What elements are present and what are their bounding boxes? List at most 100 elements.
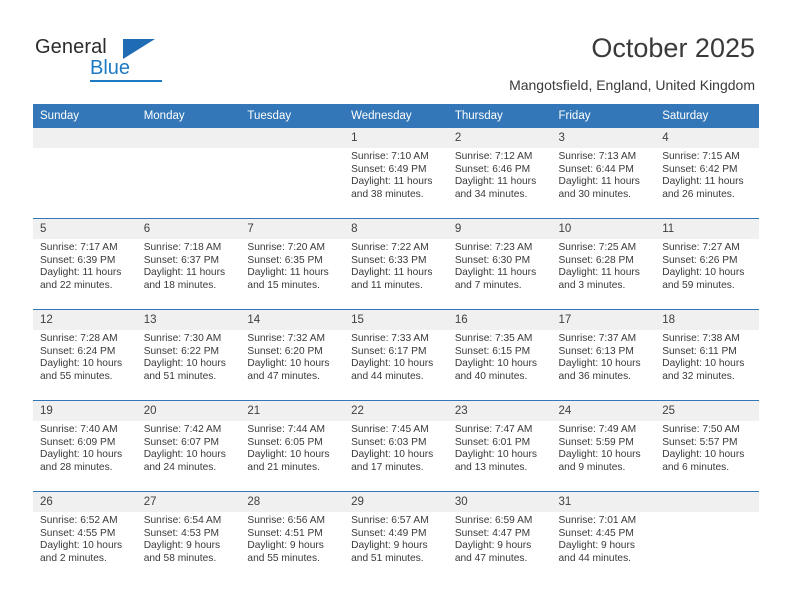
page-header: General Blue October 2025 Mangotsfield, … [0,0,792,100]
daylight-text: Daylight: 10 hours and 24 minutes. [143,449,226,473]
daylight-text: Daylight: 10 hours and 21 minutes. [247,449,330,473]
calendar-day-cell[interactable]: 27 Sunrise: 6:54 AM Sunset: 4:53 PM Dayligh… [136,491,241,582]
calendar-day-cell[interactable]: 3 Sunrise: 7:13 AM Sunset: 6:44 PM Daylight… [551,128,656,219]
calendar-day-cell[interactable]: 18 Sunrise: 7:38 AM Sunset: 6:11 PM Dayligh… [655,309,759,401]
day-details: Sunrise: 7:40 AM Sunset: 6:09 PM Daylight:… [33,421,137,474]
calendar-day-cell[interactable]: 30 Sunrise: 6:59 AM Sunset: 4:47 PM Dayligh… [447,491,552,582]
daylight-text: Daylight: 10 hours and 32 minutes. [662,358,745,382]
logo-underline [90,80,162,82]
sunrise-text: Sunrise: 6:59 AM [454,515,533,526]
day-details: Sunrise: 7:12 AM Sunset: 6:46 PM Daylight:… [448,148,552,201]
calendar-day-cell[interactable]: 13 Sunrise: 7:30 AM Sunset: 6:22 PM Dayligh… [136,309,241,401]
weekday-header-monday: Monday [136,104,241,128]
calendar-day-cell[interactable]: 7 Sunrise: 7:20 AM Sunset: 6:35 PM Daylight… [240,218,345,310]
sunrise-text: Sunrise: 7:40 AM [40,424,118,435]
sunrise-text: Sunrise: 7:27 AM [662,242,740,253]
sunset-text: Sunset: 5:57 PM [662,436,738,448]
day-number: 3 [551,128,656,148]
day-details: Sunrise: 7:42 AM Sunset: 6:07 PM Daylight:… [137,421,241,474]
page-title: October 2025 [591,33,755,63]
logo-triangle-icon [123,39,155,59]
day-details: Sunrise: 6:57 AM Sunset: 4:49 PM Daylight:… [344,512,448,565]
sunset-text: Sunset: 6:37 PM [143,254,220,266]
general-blue-logo[interactable]: General Blue [35,36,215,86]
sunset-text: Sunset: 6:05 PM [247,436,323,448]
day-details: Sunrise: 7:20 AM Sunset: 6:35 PM Daylight:… [240,239,344,292]
calendar-day-cell[interactable]: 14 Sunrise: 7:32 AM Sunset: 6:20 PM Dayligh… [240,309,345,401]
calendar-day-cell[interactable]: 4 Sunrise: 7:15 AM Sunset: 6:42 PM Daylight… [655,128,759,219]
calendar-day-cell[interactable]: 1 Sunrise: 7:10 AM Sunset: 6:49 PM Daylight… [344,128,448,219]
day-number: 30 [447,492,552,512]
day-number [240,128,345,148]
day-number: 1 [344,128,448,148]
daylight-text: Daylight: 10 hours and 51 minutes. [143,358,226,382]
calendar-day-cell[interactable]: 5 Sunrise: 7:17 AM Sunset: 6:39 PM Daylight… [33,218,137,310]
calendar-day-cell[interactable]: 21 Sunrise: 7:44 AM Sunset: 6:05 PM Dayligh… [240,400,345,492]
daylight-text: Daylight: 10 hours and 9 minutes. [558,449,641,473]
calendar-week-row: 5 Sunrise: 7:17 AM Sunset: 6:39 PM Daylight… [33,218,759,310]
sunset-text: Sunset: 4:53 PM [143,527,220,539]
sunrise-text: Sunrise: 7:28 AM [40,333,118,344]
calendar-day-cell[interactable]: 6 Sunrise: 7:18 AM Sunset: 6:37 PM Daylight… [136,218,241,310]
calendar-day-cell[interactable]: 8 Sunrise: 7:22 AM Sunset: 6:33 PM Daylight… [344,218,448,310]
day-details: Sunrise: 6:59 AM Sunset: 4:47 PM Daylight:… [448,512,552,565]
day-details: Sunrise: 6:56 AM Sunset: 4:51 PM Daylight:… [240,512,344,565]
daylight-text: Daylight: 9 hours and 47 minutes. [454,540,532,564]
sunrise-text: Sunrise: 7:13 AM [558,151,637,162]
calendar-day-cell[interactable]: 23 Sunrise: 7:47 AM Sunset: 6:01 PM Dayligh… [447,400,552,492]
calendar-day-cell[interactable]: 12 Sunrise: 7:28 AM Sunset: 6:24 PM Dayligh… [33,309,137,401]
calendar-header-row: Sunday Monday Tuesday Wednesday Thursday… [33,104,759,128]
calendar-day-cell[interactable]: 11 Sunrise: 7:27 AM Sunset: 6:26 PM Dayligh… [655,218,759,310]
sunrise-text: Sunrise: 7:10 AM [351,151,429,162]
calendar-day-cell[interactable]: 28 Sunrise: 6:56 AM Sunset: 4:51 PM Dayligh… [240,491,345,582]
calendar-day-cell[interactable]: 16 Sunrise: 7:35 AM Sunset: 6:15 PM Dayligh… [447,309,552,401]
sunrise-text: Sunrise: 6:57 AM [351,515,429,526]
sunrise-text: Sunrise: 6:56 AM [247,515,325,526]
sunrise-text: Sunrise: 7:32 AM [247,333,325,344]
calendar-day-cell[interactable]: 19 Sunrise: 7:40 AM Sunset: 6:09 PM Dayligh… [33,400,137,492]
weekday-header-wednesday: Wednesday [344,104,448,128]
day-number: 19 [33,401,137,421]
day-number: 27 [136,492,241,512]
day-details: Sunrise: 7:32 AM Sunset: 6:20 PM Daylight:… [240,330,344,383]
daylight-text: Daylight: 9 hours and 55 minutes. [247,540,324,564]
calendar-day-cell[interactable]: 24 Sunrise: 7:49 AM Sunset: 5:59 PM Dayligh… [551,400,656,492]
daylight-text: Daylight: 11 hours and 7 minutes. [454,267,537,291]
calendar-day-cell[interactable]: 15 Sunrise: 7:33 AM Sunset: 6:17 PM Dayligh… [344,309,448,401]
calendar-day-cell[interactable]: 25 Sunrise: 7:50 AM Sunset: 5:57 PM Dayligh… [655,400,759,492]
calendar-day-cell[interactable]: 29 Sunrise: 6:57 AM Sunset: 4:49 PM Dayligh… [344,491,448,582]
sunset-text: Sunset: 6:07 PM [143,436,220,448]
day-number: 18 [655,310,759,330]
weekday-header-tuesday: Tuesday [240,104,345,128]
calendar-day-cell[interactable]: 31 Sunrise: 7:01 AM Sunset: 4:45 PM Dayligh… [551,491,656,582]
calendar-day-cell[interactable]: 9 Sunrise: 7:23 AM Sunset: 6:30 PM Daylight… [447,218,552,310]
weekday-header-saturday: Saturday [655,104,759,128]
sunrise-text: Sunrise: 7:15 AM [662,151,740,162]
daylight-text: Daylight: 11 hours and 30 minutes. [558,176,640,200]
calendar-week-row: 1 Sunrise: 7:10 AM Sunset: 6:49 PM Daylight… [33,128,759,219]
daylight-text: Daylight: 11 hours and 3 minutes. [558,267,640,291]
sunset-text: Sunset: 6:35 PM [247,254,323,266]
day-number: 8 [344,219,448,239]
calendar-day-cell[interactable]: 2 Sunrise: 7:12 AM Sunset: 6:46 PM Daylight… [447,128,552,219]
calendar-day-cell[interactable]: 20 Sunrise: 7:42 AM Sunset: 6:07 PM Dayligh… [136,400,241,492]
calendar-week-row: 12 Sunrise: 7:28 AM Sunset: 6:24 PM Dayligh… [33,309,759,401]
sunrise-text: Sunrise: 7:45 AM [351,424,429,435]
day-number: 28 [240,492,345,512]
day-details: Sunrise: 6:54 AM Sunset: 4:53 PM Daylight:… [137,512,241,565]
daylight-text: Daylight: 10 hours and 40 minutes. [454,358,537,382]
day-number: 10 [551,219,656,239]
sunrise-text: Sunrise: 6:54 AM [143,515,222,526]
calendar-day-cell[interactable]: 17 Sunrise: 7:37 AM Sunset: 6:13 PM Dayligh… [551,309,656,401]
weekday-header-friday: Friday [551,104,656,128]
sunset-text: Sunset: 5:59 PM [558,436,634,448]
calendar-day-cell[interactable]: 26 Sunrise: 6:52 AM Sunset: 4:55 PM Dayligh… [33,491,137,582]
daylight-text: Daylight: 9 hours and 44 minutes. [558,540,635,564]
day-details: Sunrise: 7:35 AM Sunset: 6:15 PM Daylight:… [448,330,552,383]
calendar-day-cell[interactable]: 22 Sunrise: 7:45 AM Sunset: 6:03 PM Dayligh… [344,400,448,492]
calendar-day-cell[interactable]: 10 Sunrise: 7:25 AM Sunset: 6:28 PM Dayligh… [551,218,656,310]
day-details: Sunrise: 7:50 AM Sunset: 5:57 PM Daylight:… [655,421,759,474]
calendar-week-row: 19 Sunrise: 7:40 AM Sunset: 6:09 PM Dayligh… [33,400,759,492]
day-details: Sunrise: 7:22 AM Sunset: 6:33 PM Daylight:… [344,239,448,292]
day-details: Sunrise: 7:25 AM Sunset: 6:28 PM Daylight:… [552,239,656,292]
